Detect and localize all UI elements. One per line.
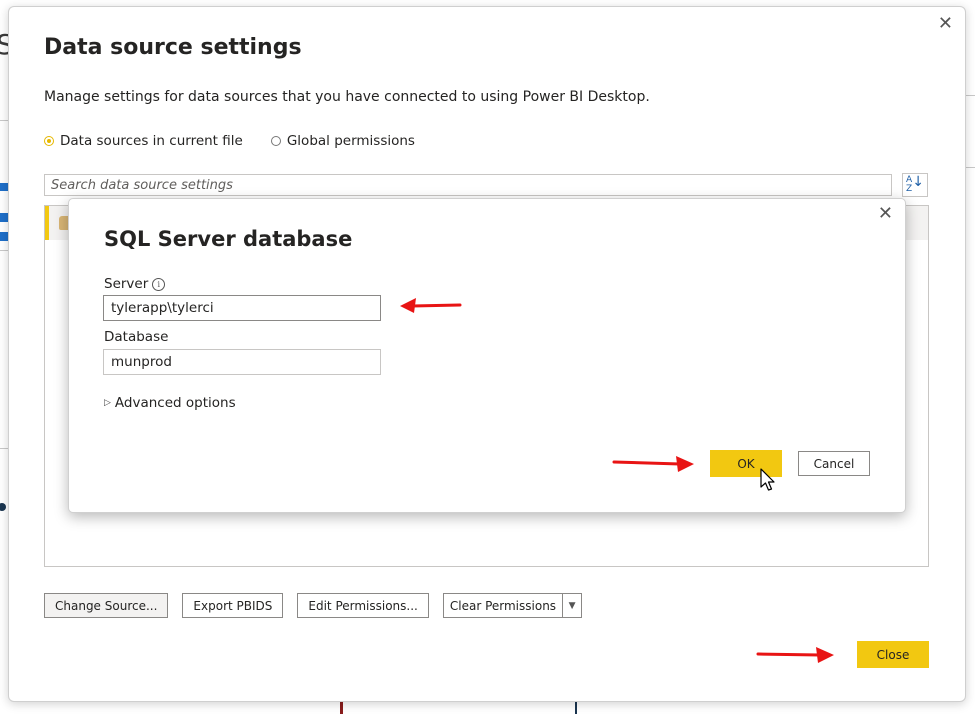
database-label: Database [104, 329, 169, 345]
background-divider [966, 95, 975, 96]
ok-button[interactable]: OK [710, 450, 782, 477]
radio-label: Global permissions [286, 133, 415, 149]
radio-global-permissions[interactable]: Global permissions [270, 133, 415, 149]
chevron-down-icon[interactable]: ▼ [563, 594, 581, 617]
advanced-options-toggle[interactable]: ▷ Advanced options [104, 395, 236, 411]
server-field[interactable] [103, 295, 381, 321]
chevron-right-icon: ▷ [104, 398, 111, 408]
close-icon[interactable]: ✕ [878, 205, 893, 223]
cancel-button[interactable]: Cancel [798, 451, 870, 476]
change-source-button[interactable]: Change Source... [44, 593, 169, 618]
clear-permissions-split-button: Clear Permissions ▼ [442, 593, 583, 618]
sort-az-icon: AZ [906, 175, 913, 194]
radio-label: Data sources in current file [60, 133, 243, 149]
close-icon[interactable]: ✕ [938, 15, 953, 33]
radio-unselected-icon [270, 136, 281, 146]
server-label-row: Server i [104, 276, 166, 292]
advanced-options-label: Advanced options [114, 395, 236, 411]
background-mark [340, 700, 343, 714]
sql-dialog-title: SQL Server database [104, 227, 353, 251]
background-mark [575, 700, 577, 714]
search-input[interactable] [44, 174, 892, 196]
export-pbids-button[interactable]: Export PBIDS [182, 593, 284, 618]
dialog-title: Data source settings [44, 35, 302, 60]
radio-current-file[interactable]: Data sources in current file [44, 133, 243, 149]
radio-selected-icon [44, 136, 54, 146]
server-label: Server [104, 276, 149, 292]
database-field[interactable] [103, 349, 381, 375]
clear-permissions-button[interactable]: Clear Permissions [444, 594, 564, 617]
background-dot [0, 503, 6, 511]
scope-radio-group: Data sources in current file Global perm… [44, 133, 415, 149]
footer-actions: Change Source... Export PBIDS Edit Permi… [44, 593, 583, 618]
close-button[interactable]: Close [857, 641, 929, 668]
edit-permissions-button[interactable]: Edit Permissions... [297, 593, 429, 618]
sort-az-button[interactable]: AZ ↓ [902, 173, 928, 197]
sort-arrow-icon: ↓ [912, 174, 924, 190]
sql-server-dialog: ✕ SQL Server database Serveri Database ▷… [68, 198, 906, 513]
background-divider [966, 167, 975, 168]
info-icon[interactable]: i [152, 278, 166, 291]
dialog-description: Manage settings for data sources that yo… [44, 89, 650, 105]
